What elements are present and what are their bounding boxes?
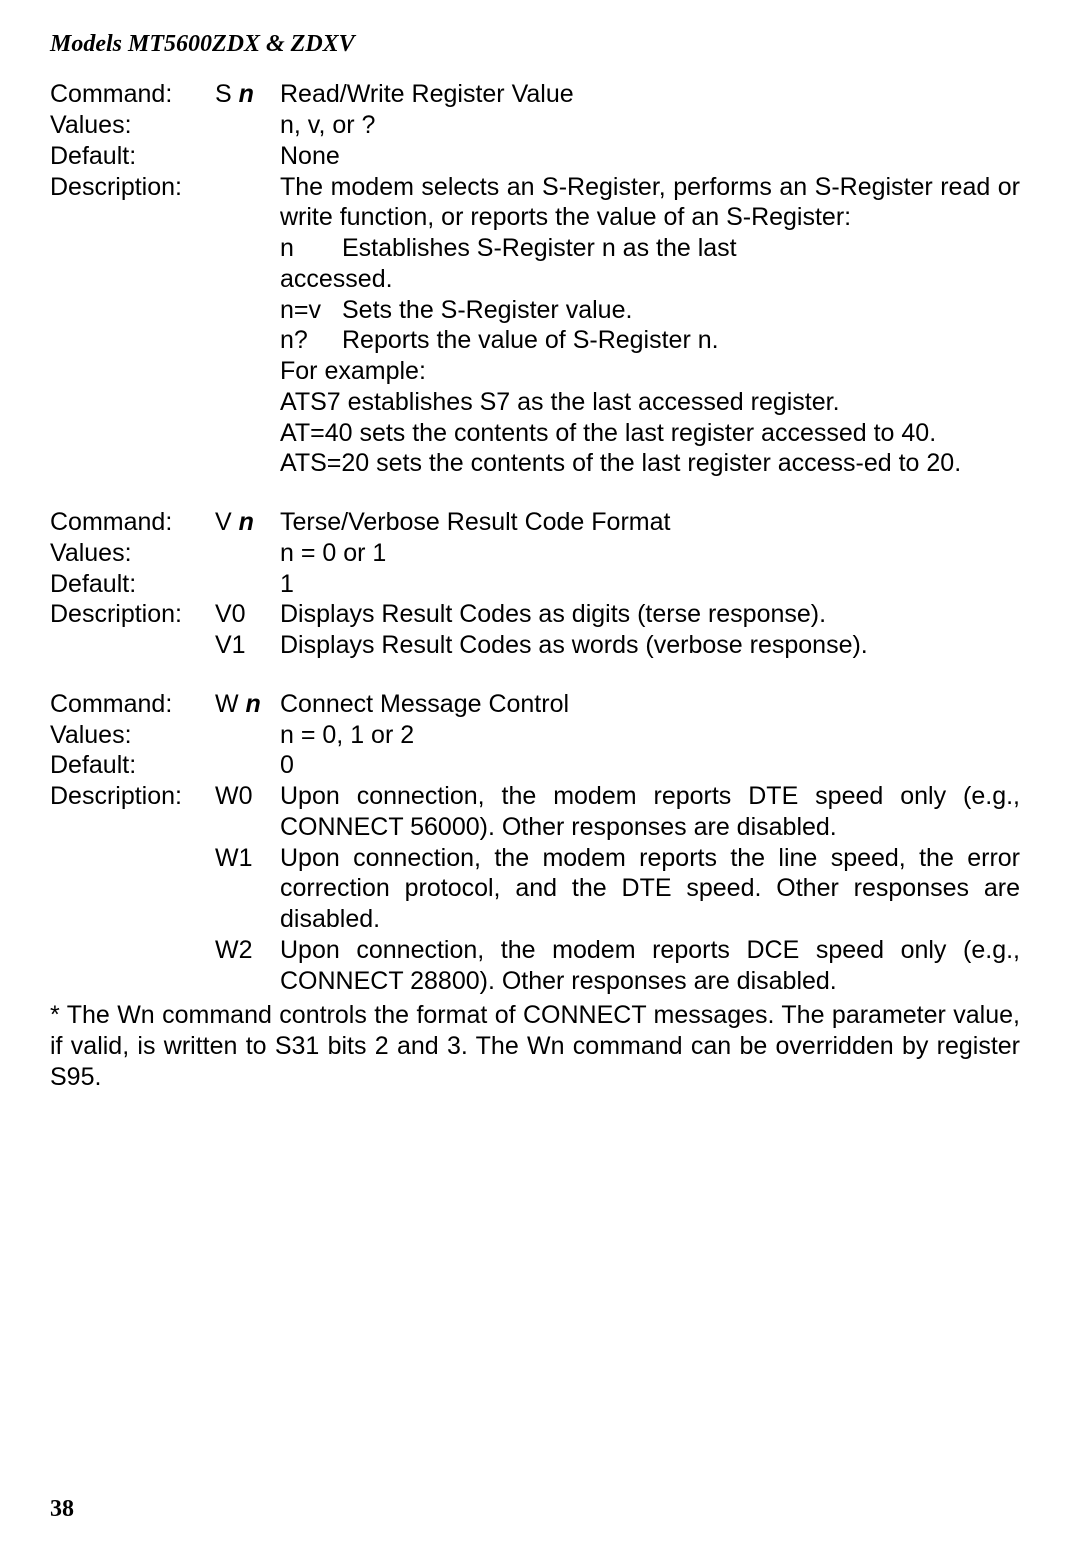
w2-val: Upon connection, the modem reports DCE s… <box>280 935 1020 997</box>
opt-nv-val: Sets the S-Register value. <box>342 295 632 326</box>
cmd-v-values: n = 0 or 1 <box>280 538 1020 569</box>
command-w-section: Command: W n Connect Message Control Val… <box>50 689 1020 997</box>
v0-key: V0 <box>215 599 280 630</box>
cmd-v-title: Terse/Verbose Result Code Format <box>280 507 1020 538</box>
cmd-w-default: 0 <box>280 750 1020 781</box>
opt-n-key: n <box>280 233 342 264</box>
v1-key: V1 <box>215 630 280 661</box>
default-label: Default: <box>50 750 215 781</box>
example-label: For example: <box>280 356 1020 387</box>
opt-nq-key: n? <box>280 325 342 356</box>
values-label: Values: <box>50 720 215 751</box>
cmd-s-desc1: The modem selects an S-Register, perform… <box>280 172 1020 234</box>
cmd-label: Command: <box>50 508 172 536</box>
cmd-s-title: Read/Write Register Value <box>280 79 1020 110</box>
default-label: Default: <box>50 569 215 600</box>
values-label: Values: <box>50 110 215 141</box>
page-header: Models MT5600ZDX & ZDXV <box>50 30 1020 59</box>
opt-nv-key: n=v <box>280 295 342 326</box>
cmd-w-values: n = 0, 1 or 2 <box>280 720 1020 751</box>
w0-key: W0 <box>215 781 280 843</box>
cmd-n-param: n <box>239 508 254 536</box>
cmd-w-title: Connect Message Control <box>280 689 1020 720</box>
w0-val: Upon connection, the modem reports DTE s… <box>280 781 1020 843</box>
desc-label: Description: <box>50 172 215 480</box>
w1-val: Upon connection, the modem reports the l… <box>280 843 1020 935</box>
example-1: ATS7 establishes S7 as the last accessed… <box>280 387 1020 418</box>
default-label: Default: <box>50 141 215 172</box>
opt-nq-val: Reports the value of S-Register n. <box>342 325 719 356</box>
command-v-section: Command: V n Terse/Verbose Result Code F… <box>50 507 1020 661</box>
example-3: ATS=20 sets the contents of the last reg… <box>280 448 1020 479</box>
cmd-label: Command: <box>50 80 172 108</box>
opt-n-val: Establishes S-Register n as the last <box>342 233 737 264</box>
w1-key: W1 <box>215 843 280 935</box>
cmd-v-letter: V <box>215 508 239 536</box>
v1-val: Displays Result Codes as words (verbose … <box>280 630 1020 661</box>
command-s-section: Command: S n Read/Write Register Value V… <box>50 79 1020 479</box>
cmd-label: Command: <box>50 690 172 718</box>
cmd-v-default: 1 <box>280 569 1020 600</box>
desc-label: Description: <box>50 599 215 630</box>
values-label: Values: <box>50 538 215 569</box>
cmd-s-default: None <box>280 141 1020 172</box>
cmd-w-letter: W <box>215 690 246 718</box>
desc-label: Description: <box>50 781 215 843</box>
footnote-wn: * The Wn command controls the format of … <box>50 1000 1020 1092</box>
v0-val: Displays Result Codes as digits (terse r… <box>280 599 1020 630</box>
cmd-s-values: n, v, or ? <box>280 110 1020 141</box>
cmd-s-letter: S <box>215 80 239 108</box>
cmd-n-param: n <box>239 80 254 108</box>
opt-n-cont: accessed. <box>280 264 1020 295</box>
cmd-n-param: n <box>246 690 261 718</box>
w2-key: W2 <box>215 935 280 997</box>
example-2: AT=40 sets the contents of the last regi… <box>280 418 1020 449</box>
page-number: 38 <box>50 1496 74 1523</box>
